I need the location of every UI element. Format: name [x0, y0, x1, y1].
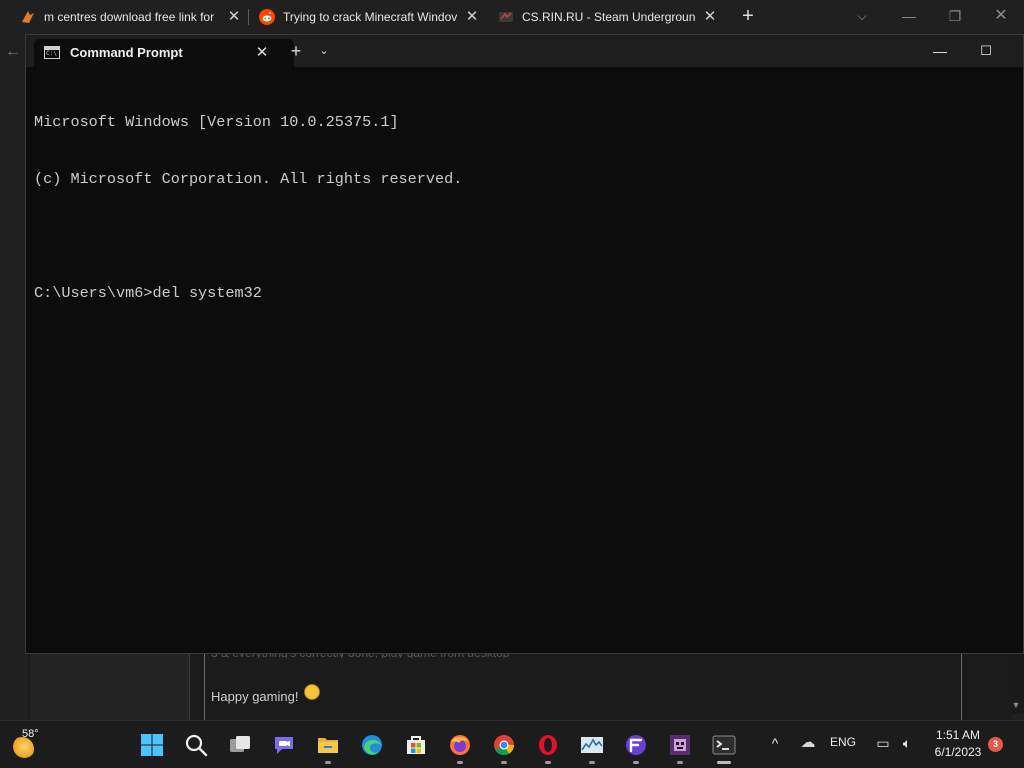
opera-icon — [539, 735, 557, 755]
firefox-button[interactable] — [440, 725, 480, 765]
weather-temperature: 58° — [22, 728, 39, 740]
maximize-button[interactable]: ☐ — [974, 41, 998, 61]
chevron-up-icon[interactable]: ^ — [766, 733, 784, 753]
running-indicator — [717, 761, 731, 764]
edge-icon — [362, 735, 382, 755]
chrome-button[interactable] — [484, 725, 524, 765]
post-closing-line: Happy gaming! — [211, 684, 321, 704]
close-icon[interactable]: ✕ — [252, 43, 272, 63]
running-indicator — [677, 761, 683, 764]
close-icon[interactable]: ✕ — [702, 9, 718, 25]
notification-badge[interactable]: 3 — [988, 737, 1003, 752]
terminal-icon — [712, 735, 736, 755]
chevron-down-icon[interactable]: ⌵ — [854, 8, 870, 24]
terminal-tab-command-prompt[interactable]: C:\ Command Prompt ✕ — [34, 39, 294, 67]
task-view-icon — [230, 736, 250, 752]
post-closing-text: Happy gaming! — [211, 688, 299, 704]
monitor-app-button[interactable] — [572, 725, 612, 765]
browser-minimize-button[interactable]: — — [898, 6, 920, 26]
forum-post-body: 3 & everything's correctly done, play ga… — [204, 646, 962, 720]
store-icon — [407, 736, 425, 754]
chrome-icon — [494, 735, 515, 756]
browser-tab-1[interactable]: m centres download free link for ✕ — [20, 0, 242, 34]
terminal-new-tab-button[interactable]: + — [286, 41, 306, 61]
browser-page-content: 3 & everything's correctly done, play ga… — [28, 646, 1012, 720]
clock-date: 6/1/2023 — [934, 745, 982, 759]
terminal-output[interactable]: Microsoft Windows [Version 10.0.25375.1]… — [34, 75, 1014, 645]
running-indicator — [633, 761, 639, 764]
terminal-button[interactable] — [704, 725, 744, 765]
onedrive-offline-icon[interactable]: ☁ — [797, 733, 819, 753]
back-arrow-icon[interactable]: ← — [0, 38, 26, 66]
browser-tab-strip: m centres download free link for ✕ Tryin… — [0, 0, 1024, 34]
terminal-titlebar: C:\ Command Prompt ✕ + ⌄ — ☐ — [26, 35, 1023, 67]
close-icon[interactable]: ✕ — [464, 9, 480, 25]
clock[interactable]: 1:51 AM 6/1/2023 — [926, 727, 990, 763]
browser-close-button[interactable]: ✕ — [990, 6, 1012, 26]
browser-tab-title: Trying to crack Minecraft Windov — [283, 10, 458, 24]
minimize-button[interactable]: — — [928, 41, 952, 61]
chat-icon — [275, 737, 293, 754]
file-explorer-button[interactable] — [308, 725, 348, 765]
terminal-tab-title: Command Prompt — [70, 45, 183, 60]
browser-tab-title: CS.RIN.RU - Steam Underground — [522, 10, 696, 24]
store-button[interactable] — [396, 725, 436, 765]
running-indicator — [545, 761, 551, 764]
tab-divider — [248, 9, 249, 25]
task-view-button[interactable] — [220, 725, 260, 765]
browser-tab-3[interactable]: CS.RIN.RU - Steam Underground ✕ — [498, 0, 718, 34]
running-indicator — [457, 761, 463, 764]
game-icon — [670, 735, 690, 755]
running-indicator — [501, 761, 507, 764]
weather-sun-moon-icon — [10, 737, 34, 761]
start-button[interactable] — [132, 725, 172, 765]
browser-new-tab-button[interactable]: + — [738, 6, 758, 26]
csrin-icon — [499, 12, 513, 22]
flow-launcher-icon — [626, 735, 646, 755]
folder-icon — [318, 738, 338, 753]
chat-button[interactable] — [264, 725, 304, 765]
terminal-window: C:\ Command Prompt ✕ + ⌄ — ☐ Microsoft W… — [25, 34, 1024, 654]
cmd-prompt-icon: C:\ — [44, 46, 60, 59]
terminal-line: Microsoft Windows [Version 10.0.25375.1] — [34, 113, 399, 131]
taskbar: 58° ^ ☁ ENG ▭ 🔈︎ 1:51 AM 6/1/2023 3 — [0, 720, 1024, 768]
resource-monitor-icon — [581, 737, 603, 753]
smiley-icon — [304, 684, 321, 700]
browser-tab-2[interactable]: Trying to crack Minecraft Windov ✕ — [259, 0, 480, 34]
terminal-line: (c) Microsoft Corporation. All rights re… — [34, 170, 463, 188]
volume-icon[interactable]: 🔈︎ — [896, 733, 918, 753]
clock-time: 1:51 AM — [935, 728, 981, 742]
scroll-down-arrow-icon[interactable]: ▼ — [1010, 700, 1022, 714]
weather-widget[interactable]: 58° — [8, 727, 56, 763]
opera-button[interactable] — [528, 725, 568, 765]
forum-user-panel — [30, 652, 190, 720]
windows-logo-icon — [141, 734, 163, 756]
firefox-icon — [450, 735, 470, 755]
game-app-button[interactable] — [660, 725, 700, 765]
search-button[interactable] — [176, 725, 216, 765]
browser-restore-button[interactable]: ❐ — [944, 6, 966, 26]
running-indicator — [325, 761, 331, 764]
chevron-down-icon[interactable]: ⌄ — [315, 42, 333, 60]
search-icon — [185, 734, 208, 757]
edge-button[interactable] — [352, 725, 392, 765]
network-icon[interactable]: ▭ — [872, 733, 894, 753]
language-indicator[interactable]: ENG — [830, 735, 856, 749]
close-icon[interactable]: ✕ — [226, 9, 242, 25]
generic-site-icon — [22, 11, 34, 23]
browser-tab-title: m centres download free link for — [44, 10, 215, 24]
terminal-prompt-line: C:\Users\vm6>del system32 — [34, 284, 262, 302]
running-indicator — [589, 761, 595, 764]
flow-app-button[interactable] — [616, 725, 656, 765]
reddit-icon — [259, 9, 275, 25]
